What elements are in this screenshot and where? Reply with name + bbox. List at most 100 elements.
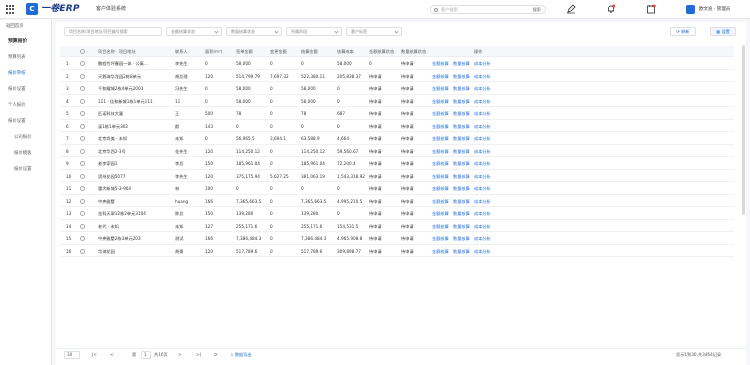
table-row[interactable]: 9 老李家园1 李总 150 185,961.04 0 185,961.04 72,200.4… [60,158,734,170]
op-link[interactable]: 数量核算 [453,183,470,194]
customer-tag-select[interactable]: 客户标签 [346,27,402,36]
op-link[interactable]: 成本分析 [474,208,491,219]
next-page-icon[interactable]: > [178,351,182,359]
sidebar-item[interactable]: 预算列表 [0,52,52,64]
row-select-radio[interactable] [80,123,85,129]
table-row[interactable]: 8 北京华西2-3号 金先生 120 114,250.12 0 114,250.12 59,5… [60,146,734,157]
op-link[interactable]: 成本分析 [474,171,491,182]
sidebar-item[interactable]: 报价设置 [0,164,52,176]
op-link[interactable]: 成本分析 [474,221,491,232]
op-link[interactable]: 成本分析 [474,83,491,94]
op-link[interactable]: 金额核算 [432,108,449,119]
prev-page-icon[interactable]: < [110,351,114,359]
op-link[interactable]: 成本分析 [474,96,491,107]
op-link[interactable]: 金额核算 [432,96,449,107]
op-link[interactable]: 数量核算 [453,96,470,107]
row-select-radio[interactable] [80,111,85,116]
op-link[interactable]: 数量核算 [453,58,470,69]
op-link[interactable]: 金额核算 [432,121,449,132]
op-link[interactable]: 数量核算 [453,108,470,119]
op-link[interactable]: 成本分析 [474,121,491,132]
op-link[interactable]: 数量核算 [453,146,470,157]
project-search-input[interactable]: 项目名称/项目地址/项目编号搜索 [64,27,162,36]
app-grid-icon[interactable] [6,5,15,14]
amount-status-select[interactable]: 金额核算状态 [166,27,222,36]
stage-select[interactable]: 所属阶段 [286,27,342,36]
table-row[interactable]: 3 千和耀城2栋4单元2003 冯先生 0 58,000 0 58,000 0 待申请 待申请 金额… [60,83,734,95]
sidebar-item[interactable]: 报价审核 [0,68,52,80]
op-link[interactable]: 成本分析 [474,158,491,169]
op-link[interactable]: 数量核算 [453,71,470,82]
op-link[interactable]: 成本分析 [474,146,491,157]
op-link[interactable]: 成本分析 [474,183,491,194]
row-select-radio[interactable] [80,98,85,104]
reload-icon[interactable]: ⟳ [214,351,218,359]
row-select-radio[interactable] [80,73,85,79]
row-select-radio[interactable] [80,86,85,91]
op-link[interactable]: 数量核算 [453,196,470,207]
page-size-select[interactable]: 30 [64,351,80,359]
op-link[interactable]: 成本分析 [474,108,491,119]
row-select-radio[interactable] [80,248,85,254]
sidebar-item[interactable]: 报价设置 [0,116,52,128]
bell-icon[interactable] [606,4,616,14]
op-link[interactable]: 数量核算 [453,233,470,244]
op-link[interactable]: 数量核算 [453,246,470,257]
table-row[interactable]: 16 华海花园 胡哥 120 517,789.6 0 517,789.6 309,898.77… [60,246,734,257]
op-link[interactable]: 金额核算 [432,208,449,219]
col-sign-amount[interactable]: 签单金额 [236,46,253,57]
search-input[interactable]: 客户搜索 搜索 [430,5,546,14]
edit-icon[interactable] [566,4,576,14]
table-row[interactable]: 5 匹诺科技大厦 王 500 78 0 78 687 待申请 待申请 金额核算 数量核算 成本分析 [60,108,734,120]
sidebar-item[interactable]: 预算报价 [0,36,52,48]
user-name[interactable]: 欧文迪 · 管理员 [699,6,730,13]
op-link[interactable]: 成本分析 [474,71,491,82]
col-contact[interactable]: 联系人 [175,46,188,57]
search-button[interactable]: 搜索 [533,7,541,13]
table-row[interactable]: 14 老代 · 未知 未知 127 255,171.6 0 255,171.6 154,531… [60,221,734,232]
op-link[interactable]: 金额核算 [432,71,449,82]
row-select-radio[interactable] [80,223,85,229]
row-select-radio[interactable] [80,173,85,179]
table-row[interactable]: 15 中央雅墅2栋3单元203 测试 166 7,386,484.3 0 7,386,484… [60,233,734,245]
sidebar-item[interactable]: 报价设置 [0,84,52,96]
back-home-link[interactable]: 返回首页 [6,24,24,30]
settings-button[interactable]: ▦ 设置 [710,27,736,36]
row-select-radio[interactable] [80,198,85,204]
op-link[interactable]: 成本分析 [474,196,491,207]
op-link[interactable]: 成本分析 [474,58,491,69]
last-page-icon[interactable]: >| [196,351,201,359]
table-row[interactable]: 7 北京尚美 · 未知 未知 0 56,965.5 3,694.1 63,588.9 4,66… [60,133,734,145]
table-row[interactable]: 10 滨州花园5077 李先生 120 375,175.94 5,627.25 381,06… [60,171,734,182]
col-area[interactable]: 面积(m²) [205,46,222,57]
table-row[interactable]: 2 天鹅海华龙园2栋8单元 胡总理 120 514,799.79 7,697.32 522,… [60,71,734,82]
col-quantity-status[interactable]: 数量核算状态 [401,46,426,57]
op-link[interactable]: 成本分析 [474,133,491,144]
row-select-radio[interactable] [80,148,85,154]
col-project[interactable]: 项目名称 · 项目地址 [98,46,136,57]
op-link[interactable]: 金额核算 [432,83,449,94]
op-link[interactable]: 数量核算 [453,133,470,144]
row-select-radio[interactable] [80,136,85,141]
row-select-radio[interactable] [80,211,85,216]
calendar-icon[interactable] [646,4,656,14]
vertical-scrollbar[interactable] [742,45,745,215]
select-all-radio[interactable] [80,49,85,54]
avatar[interactable] [686,5,695,14]
op-link[interactable]: 金额核算 [432,158,449,169]
op-link[interactable]: 金额核算 [432,171,449,182]
op-link[interactable]: 金额核算 [432,133,449,144]
op-link[interactable]: 金额核算 [432,183,449,194]
op-link[interactable]: 数量核算 [453,158,470,169]
op-link[interactable]: 数量核算 [453,171,470,182]
table-row[interactable]: 13 金科天翠12栋2单元3104 陈总 150 139,280 0 139,280 0 待申请… [60,208,734,220]
sidebar-item[interactable]: 公司报价 [0,132,52,144]
op-link[interactable]: 成本分析 [474,233,491,244]
row-select-radio[interactable] [80,161,85,166]
op-link[interactable]: 金额核算 [432,246,449,257]
table-row[interactable]: 11 惠大新城5-3-904 林 100 0 0 0 0 待申请 待申请 金额核算 数量核算 成本分析 [60,183,734,195]
op-link[interactable]: 数量核算 [453,208,470,219]
op-link[interactable]: 数量核算 [453,121,470,132]
page-number-input[interactable]: 1 [141,351,151,359]
op-link[interactable]: 成本分析 [474,246,491,257]
